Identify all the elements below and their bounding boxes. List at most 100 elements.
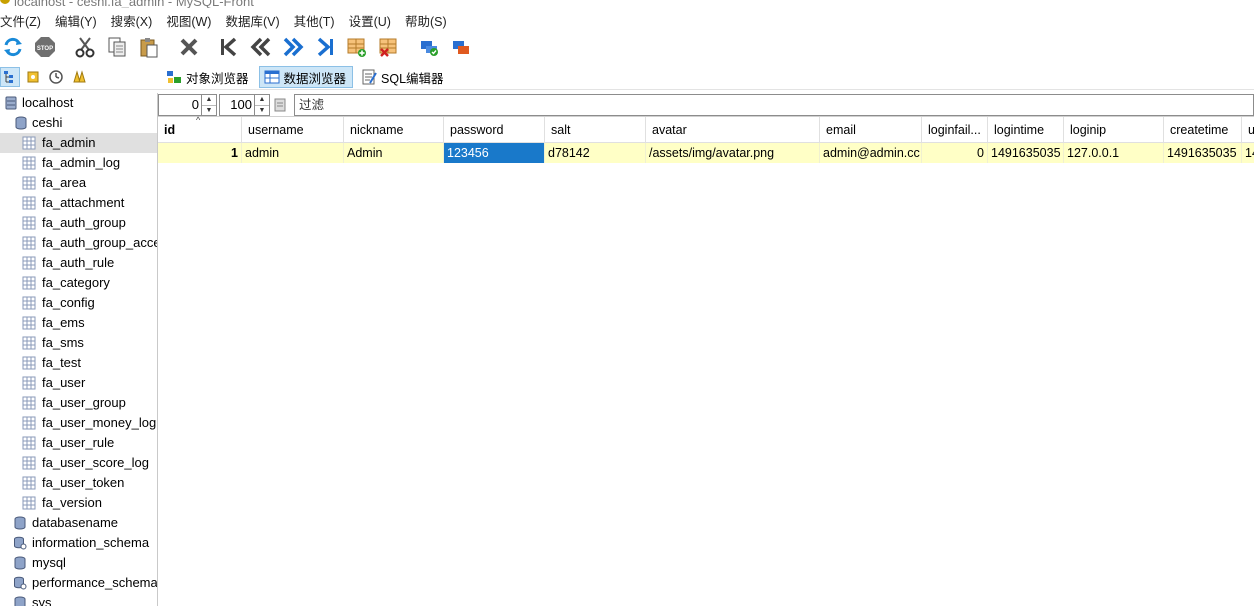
tree-item-database[interactable]: performance_schema — [0, 573, 157, 593]
offset-input[interactable]: 0 — [158, 93, 202, 116]
last-record-icon[interactable] — [312, 34, 338, 60]
history-icon[interactable] — [46, 67, 66, 87]
table-cell[interactable]: d78142 — [545, 143, 646, 163]
limit-input[interactable]: 100 — [219, 93, 255, 116]
tree-view-icon[interactable] — [0, 67, 20, 87]
tree-item-server[interactable]: localhost — [0, 93, 157, 113]
column-header[interactable]: loginfail... — [922, 117, 988, 143]
menu-view[interactable]: 视图(W) — [166, 12, 218, 32]
table-cell[interactable]: /assets/img/avatar.png — [646, 143, 820, 163]
menu-other[interactable]: 其他(T) — [294, 12, 342, 32]
offset-up-icon[interactable]: ▲ — [202, 95, 216, 106]
refresh-icon[interactable] — [0, 34, 26, 60]
tree-item-table[interactable]: fa_user_token — [0, 473, 157, 493]
next-page-icon[interactable] — [280, 34, 306, 60]
table-cell[interactable]: Admin — [344, 143, 444, 163]
post-record-icon[interactable] — [416, 34, 442, 60]
cancel-record-icon[interactable] — [448, 34, 474, 60]
tree-item-table[interactable]: fa_attachment — [0, 193, 157, 213]
table-icon — [22, 196, 36, 210]
tree-item-table[interactable]: fa_auth_group — [0, 213, 157, 233]
table-row[interactable]: 1 admin Admin 123456 d78142/assets/img/avata… — [158, 143, 1254, 163]
delete-icon[interactable] — [176, 34, 202, 60]
table-icon — [22, 376, 36, 390]
tree-item-table[interactable]: fa_config — [0, 293, 157, 313]
tab-data-browser[interactable]: 数据浏览器 — [258, 66, 354, 88]
tree-item-table[interactable]: fa_auth_rule — [0, 253, 157, 273]
table-cell[interactable]: 14 — [1242, 143, 1254, 163]
column-header[interactable]: email — [820, 117, 922, 143]
tree-item-table[interactable]: fa_sms — [0, 333, 157, 353]
column-header[interactable]: createtime — [1164, 117, 1242, 143]
server-icon — [5, 96, 17, 110]
column-header[interactable]: loginip — [1064, 117, 1164, 143]
favorites-icon[interactable] — [23, 67, 43, 87]
limit-stepper[interactable]: ▲ ▼ — [255, 93, 270, 116]
column-header[interactable]: username — [242, 117, 344, 143]
tree-item-table-label: fa_admin — [42, 135, 96, 150]
offset-stepper[interactable]: ▲ ▼ — [202, 93, 217, 116]
tree-item-table[interactable]: fa_ems — [0, 313, 157, 333]
menu-search[interactable]: 搜索(X) — [111, 12, 160, 32]
toolbar: STOP — [0, 32, 1254, 62]
tree-item-table[interactable]: fa_test — [0, 353, 157, 373]
tree-item-table[interactable]: fa_admin_log — [0, 153, 157, 173]
copy-icon[interactable] — [104, 34, 130, 60]
tree-item-database[interactable]: mysql — [0, 553, 157, 573]
tree-item-table[interactable]: fa_category — [0, 273, 157, 293]
column-header[interactable]: avatar — [646, 117, 820, 143]
table-cell[interactable]: admin@admin.cc — [820, 143, 922, 163]
tree-item-table[interactable]: fa_auth_group_acce — [0, 233, 157, 253]
tree-item-table[interactable]: fa_admin — [0, 133, 157, 153]
column-header[interactable]: nickname — [344, 117, 444, 143]
delete-record-icon[interactable] — [376, 34, 402, 60]
table-cell[interactable]: admin — [242, 143, 344, 163]
table-cell[interactable]: 0 — [922, 143, 988, 163]
menu-settings[interactable]: 设置(U) — [349, 12, 398, 32]
tree-item-table[interactable]: fa_user_score_log — [0, 453, 157, 473]
paste-icon[interactable] — [136, 34, 162, 60]
limit-apply-icon[interactable] — [270, 94, 290, 116]
tree-item-table-label: fa_user_group — [42, 395, 126, 410]
limit-down-icon[interactable]: ▼ — [255, 106, 269, 116]
stop-icon[interactable]: STOP — [32, 34, 58, 60]
filter-input[interactable]: 过滤 — [294, 93, 1254, 116]
column-header[interactable]: logintime — [988, 117, 1064, 143]
column-header[interactable]: u — [1242, 117, 1254, 143]
menu-help[interactable]: 帮助(S) — [405, 12, 454, 32]
tree-item-database-ceshi[interactable]: ceshi — [0, 113, 157, 133]
tree-item-table[interactable]: fa_area — [0, 173, 157, 193]
offset-down-icon[interactable]: ▼ — [202, 106, 216, 116]
tree-item-table[interactable]: fa_user_rule — [0, 433, 157, 453]
tree-item-database[interactable]: sys — [0, 593, 157, 606]
bookmarks-icon[interactable] — [69, 67, 89, 87]
first-record-icon[interactable] — [216, 34, 242, 60]
sql-editor-icon — [362, 69, 377, 85]
table-icon — [22, 396, 36, 410]
previous-page-icon[interactable] — [248, 34, 274, 60]
tree-item-table[interactable]: fa_user — [0, 373, 157, 393]
tab-object-browser[interactable]: 对象浏览器 — [162, 66, 255, 88]
tree-item-database[interactable]: databasename — [0, 513, 157, 533]
tree-item-table[interactable]: fa_version — [0, 493, 157, 513]
table-cell[interactable]: 123456 — [444, 143, 545, 163]
table-cell[interactable]: 1 — [158, 143, 242, 163]
cut-icon[interactable] — [72, 34, 98, 60]
menu-database[interactable]: 数据库(V) — [225, 12, 286, 32]
table-cell[interactable]: 127.0.0.1 — [1064, 143, 1164, 163]
tree-item-database[interactable]: information_schema — [0, 533, 157, 553]
limit-up-icon[interactable]: ▲ — [255, 95, 269, 106]
menu-edit[interactable]: 编辑(Y) — [55, 12, 104, 32]
insert-record-icon[interactable] — [344, 34, 370, 60]
tab-sql-editor[interactable]: SQL编辑器 — [357, 66, 450, 88]
tree-item-table[interactable]: fa_user_group — [0, 393, 157, 413]
table-cell[interactable]: 1491635035 — [988, 143, 1064, 163]
column-header[interactable]: salt — [545, 117, 646, 143]
table-icon — [22, 436, 36, 450]
table-icon — [22, 256, 36, 270]
menu-file[interactable]: 文件(Z) — [0, 12, 48, 32]
column-header[interactable]: password — [444, 117, 545, 143]
window-title-text: localhost - ceshi.fa_admin - MySQL-Front — [14, 0, 254, 8]
table-cell[interactable]: 1491635035 — [1164, 143, 1242, 163]
tree-item-table[interactable]: fa_user_money_log — [0, 413, 157, 433]
